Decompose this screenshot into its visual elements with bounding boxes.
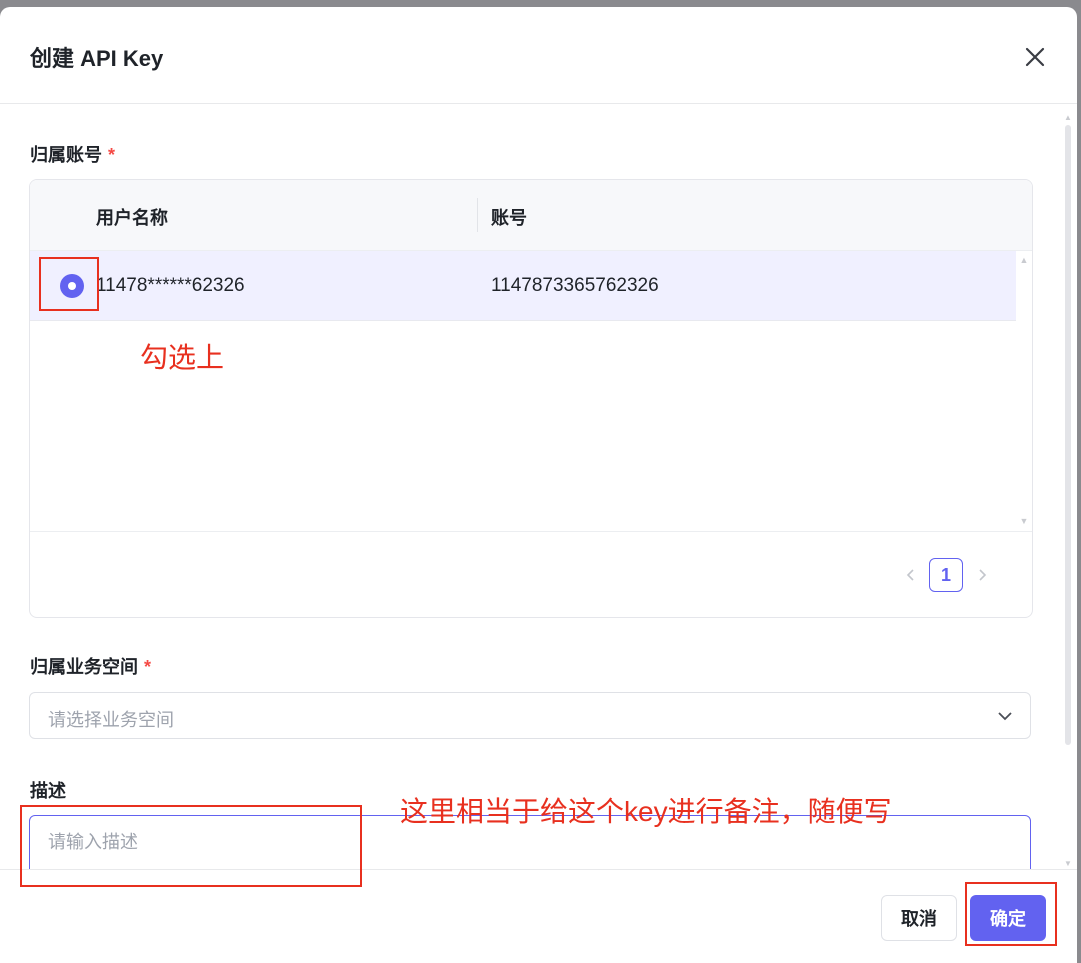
workspace-label: 归属业务空间 * <box>30 657 152 677</box>
pagination: 1 <box>30 531 1032 617</box>
chevron-left-icon[interactable] <box>903 567 919 583</box>
dialog-title: 创建 API Key <box>30 46 164 71</box>
scroll-up-icon[interactable]: ▲ <box>1063 113 1073 122</box>
dialog-footer: 取消 确定 <box>0 869 1077 963</box>
scroll-down-icon[interactable]: ▼ <box>1063 859 1073 868</box>
account-label: 归属账号 * <box>30 145 116 165</box>
description-label: 描述 <box>30 781 66 801</box>
chevron-right-icon[interactable] <box>974 567 990 583</box>
required-mark: * <box>144 657 152 677</box>
annotation-select-note: 勾选上 <box>140 342 225 373</box>
column-header-username: 用户名称 <box>96 208 168 228</box>
column-divider <box>477 198 478 232</box>
table-header: 用户名称 账号 <box>30 180 1032 251</box>
table-row[interactable]: 11478******62326 1147873365762326 <box>30 251 1016 321</box>
scrollbar-thumb[interactable] <box>1065 125 1071 745</box>
table-scroll-down-icon[interactable]: ▼ <box>1018 516 1030 528</box>
table-scroll-up-icon[interactable]: ▲ <box>1018 255 1030 267</box>
cell-username: 11478******62326 <box>96 275 245 296</box>
dialog-scrollbar[interactable]: ▲ ▼ <box>1063 113 1073 868</box>
close-icon <box>1025 47 1045 67</box>
workspace-select[interactable]: 请选择业务空间 <box>29 692 1031 739</box>
dialog-header: 创建 API Key <box>0 7 1077 104</box>
close-button[interactable] <box>1018 40 1052 74</box>
confirm-button[interactable]: 确定 <box>970 895 1046 941</box>
column-header-account: 账号 <box>491 208 527 228</box>
account-table: 用户名称 账号 11478******62326 114787336576232… <box>29 179 1033 618</box>
annotation-description-note: 这里相当于给这个key进行备注，随便写 <box>400 796 892 827</box>
workspace-select-placeholder: 请选择业务空间 <box>48 710 174 730</box>
page-item-current[interactable]: 1 <box>929 558 963 592</box>
cancel-button[interactable]: 取消 <box>881 895 957 941</box>
chevron-down-icon <box>998 712 1012 721</box>
cell-account: 1147873365762326 <box>491 275 659 296</box>
row-radio-selected[interactable] <box>60 274 84 298</box>
required-mark: * <box>108 145 116 165</box>
